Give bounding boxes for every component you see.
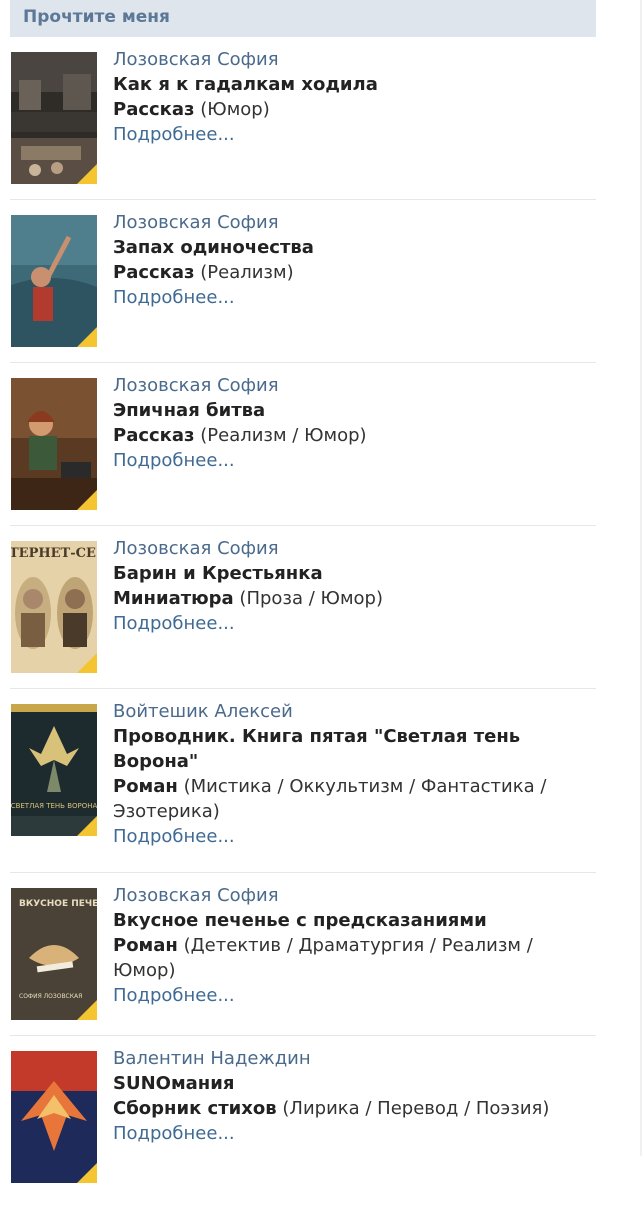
book-form: Миниатюра bbox=[113, 588, 234, 609]
book-title[interactable]: Барин и Крестьянка bbox=[113, 561, 598, 586]
dark-street-cover-icon bbox=[11, 52, 97, 184]
book-info: Лозовская София Вкусное печенье с предск… bbox=[113, 883, 598, 1008]
book-genres: (Юмор) bbox=[200, 99, 270, 120]
list-item: ТЕРНЕТ-СЕ Лозовская София Барин и Кресть… bbox=[10, 538, 596, 689]
woman-blue-cover-icon bbox=[11, 215, 97, 347]
book-info: Лозовская София Как я к гадалкам ходила … bbox=[113, 47, 598, 147]
author-link[interactable]: Валентин Надеждин bbox=[113, 1046, 598, 1071]
book-genres: (Реализм / Юмор) bbox=[200, 425, 367, 446]
book-cover[interactable] bbox=[11, 378, 97, 510]
book-form: Роман bbox=[113, 935, 178, 956]
genre-line: Рассказ (Реализм) bbox=[113, 260, 598, 285]
book-title[interactable]: Запах одиночества bbox=[113, 235, 598, 260]
book-title[interactable]: Вкусное печенье с предсказаниями bbox=[113, 908, 598, 933]
genre-line: Сборник стихов (Лирика / Перевод / Поэзи… bbox=[113, 1096, 598, 1121]
book-title[interactable]: Эпичная битва bbox=[113, 398, 598, 423]
cover-caption: ТЕРНЕТ-СЕ bbox=[11, 546, 96, 561]
more-link[interactable]: Подробнее... bbox=[113, 1121, 598, 1146]
two-portraits-cover-icon: ТЕРНЕТ-СЕ bbox=[11, 541, 97, 673]
author-link[interactable]: Лозовская София bbox=[113, 210, 598, 235]
section-title: Прочтите меня bbox=[10, 0, 596, 37]
book-info: Лозовская София Барин и Крестьянка Миниа… bbox=[113, 536, 598, 636]
book-form: Рассказ bbox=[113, 99, 195, 120]
list-item: Лозовская София Эпичная битва Рассказ (Р… bbox=[10, 375, 596, 526]
author-link[interactable]: Войтешик Алексей bbox=[113, 699, 598, 724]
book-cover[interactable]: ТЕРНЕТ-СЕ bbox=[11, 541, 97, 673]
book-form: Сборник стихов bbox=[113, 1098, 277, 1119]
book-cover[interactable]: СВЕТЛАЯ ТЕНЬ ВОРОНА bbox=[11, 704, 97, 836]
genre-line: Рассказ (Реализм / Юмор) bbox=[113, 423, 598, 448]
more-link[interactable]: Подробнее... bbox=[113, 824, 598, 849]
book-genres: (Проза / Юмор) bbox=[239, 588, 383, 609]
more-link[interactable]: Подробнее... bbox=[113, 285, 598, 310]
book-title[interactable]: Проводник. Книга пятая "Светлая тень Вор… bbox=[113, 724, 598, 774]
book-cover[interactable]: ВКУСНОЕ ПЕЧЕНЬЕ СОФИЯ ЛОЗОВСКАЯ bbox=[11, 888, 97, 1020]
woman-cafe-cover-icon bbox=[11, 378, 97, 510]
author-link[interactable]: Лозовская София bbox=[113, 47, 598, 72]
cover-caption: СВЕТЛАЯ ТЕНЬ ВОРОНА bbox=[11, 802, 97, 810]
book-cover[interactable] bbox=[11, 215, 97, 347]
book-info: Войтешик Алексей Проводник. Книга пятая … bbox=[113, 699, 598, 849]
genre-line: Миниатюра (Проза / Юмор) bbox=[113, 586, 598, 611]
genre-line: Роман (Детектив / Драматургия / Реализм … bbox=[113, 933, 598, 983]
book-genres: (Реализм) bbox=[200, 262, 294, 283]
book-genres: (Мистика / Оккультизм / Фантастика / Эзо… bbox=[113, 776, 547, 822]
more-link[interactable]: Подробнее... bbox=[113, 611, 598, 636]
book-cover[interactable] bbox=[11, 1051, 97, 1183]
more-link[interactable]: Подробнее... bbox=[113, 983, 598, 1008]
book-cover[interactable] bbox=[11, 52, 97, 184]
book-info: Валентин Надеждин SUNOмания Сборник стих… bbox=[113, 1046, 598, 1146]
cover-author: СОФИЯ ЛОЗОВСКАЯ bbox=[19, 993, 82, 1000]
book-form: Рассказ bbox=[113, 262, 195, 283]
book-list: Лозовская София Как я к гадалкам ходила … bbox=[10, 49, 596, 1198]
author-link[interactable]: Лозовская София bbox=[113, 883, 598, 908]
more-link[interactable]: Подробнее... bbox=[113, 122, 598, 147]
more-link[interactable]: Подробнее... bbox=[113, 448, 598, 473]
author-link[interactable]: Лозовская София bbox=[113, 536, 598, 561]
fortune-cookie-cover-icon: ВКУСНОЕ ПЕЧЕНЬЕ СОФИЯ ЛОЗОВСКАЯ bbox=[11, 888, 97, 1020]
read-me-block: Прочтите меня Лозовская София Как я к га… bbox=[10, 0, 596, 1213]
book-info: Лозовская София Эпичная битва Рассказ (Р… bbox=[113, 373, 598, 473]
book-info: Лозовская София Запах одиночества Расска… bbox=[113, 210, 598, 310]
book-genres: (Лирика / Перевод / Поэзия) bbox=[282, 1098, 550, 1119]
author-link[interactable]: Лозовская София bbox=[113, 373, 598, 398]
genre-line: Рассказ (Юмор) bbox=[113, 97, 598, 122]
raven-cover-icon: СВЕТЛАЯ ТЕНЬ ВОРОНА bbox=[11, 704, 97, 836]
book-form: Роман bbox=[113, 776, 178, 797]
list-item: ВКУСНОЕ ПЕЧЕНЬЕ СОФИЯ ЛОЗОВСКАЯ Лозовска… bbox=[10, 885, 596, 1036]
list-item: Лозовская София Как я к гадалкам ходила … bbox=[10, 49, 596, 200]
genre-line: Роман (Мистика / Оккультизм / Фантастика… bbox=[113, 774, 598, 824]
book-form: Рассказ bbox=[113, 425, 195, 446]
list-item: Валентин Надеждин SUNOмания Сборник стих… bbox=[10, 1048, 596, 1198]
book-title[interactable]: SUNOмания bbox=[113, 1071, 598, 1096]
cover-caption: ВКУСНОЕ ПЕЧЕНЬЕ bbox=[19, 899, 97, 909]
phoenix-cover-icon bbox=[11, 1051, 97, 1183]
list-item: СВЕТЛАЯ ТЕНЬ ВОРОНА Войтешик Алексей Про… bbox=[10, 701, 596, 873]
book-title[interactable]: Как я к гадалкам ходила bbox=[113, 72, 598, 97]
list-item: Лозовская София Запах одиночества Расска… bbox=[10, 212, 596, 363]
